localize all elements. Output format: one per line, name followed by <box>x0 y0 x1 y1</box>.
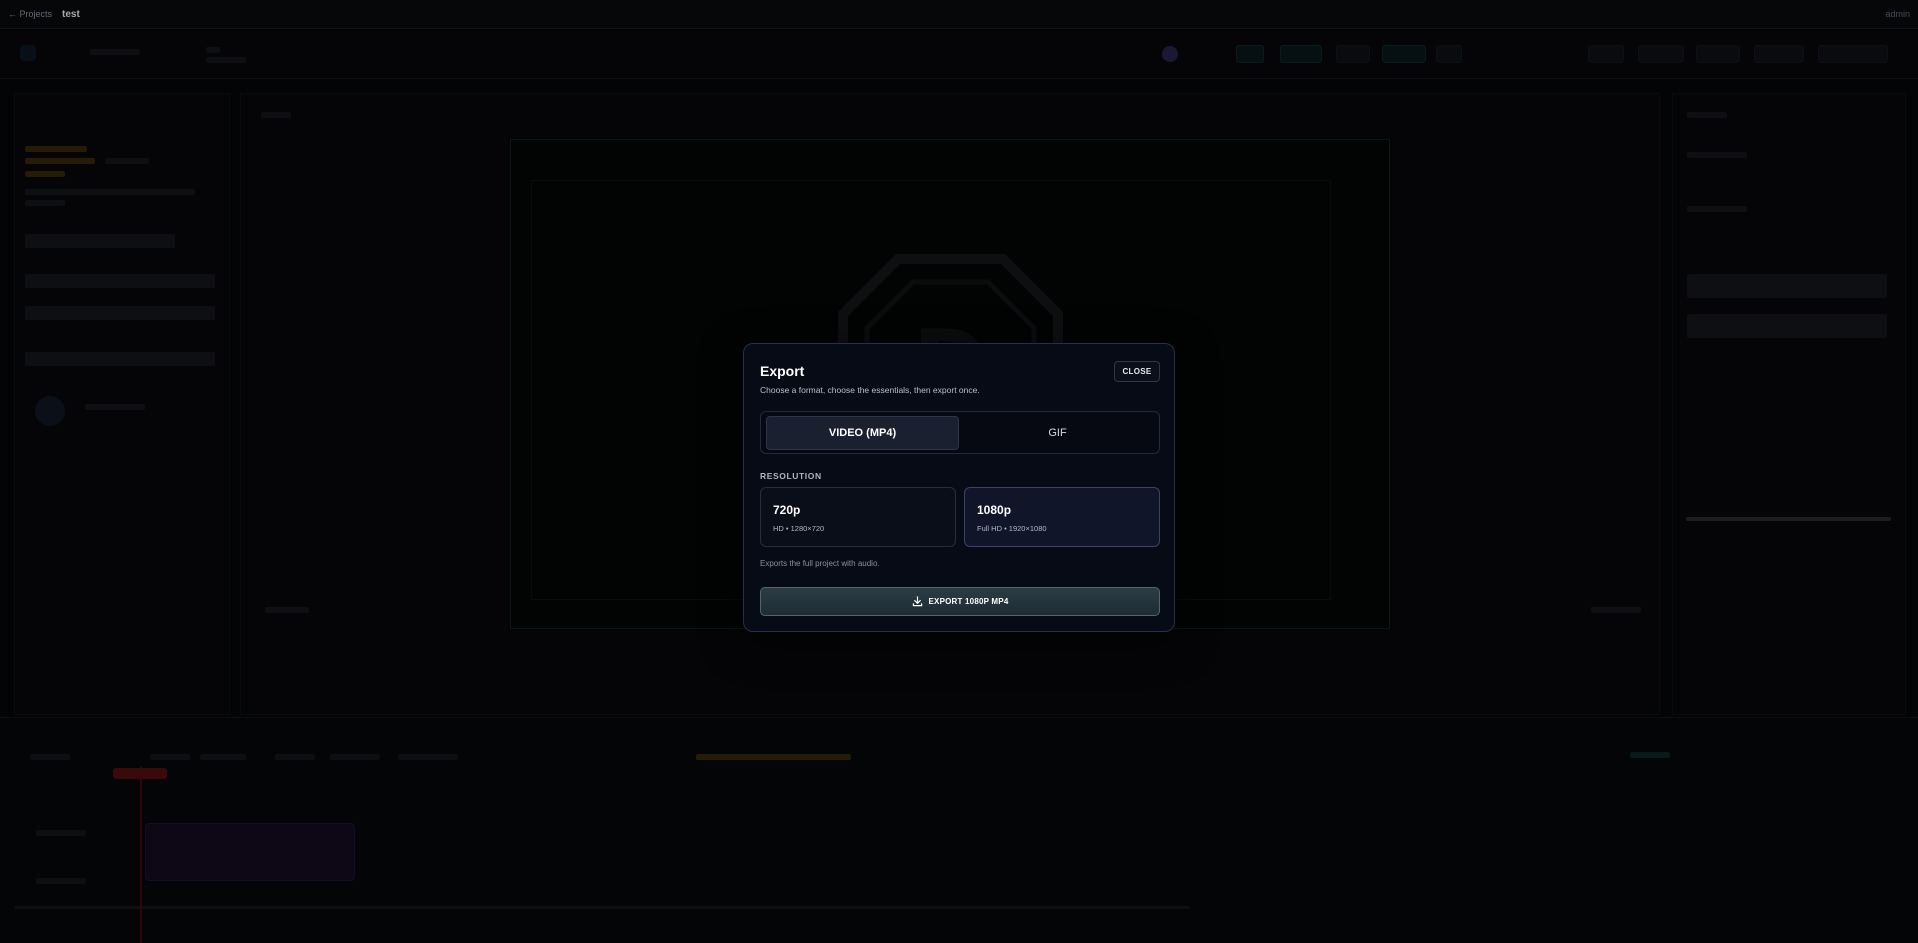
resolution-option-1080p[interactable]: 1080p Full HD • 1920×1080 <box>964 487 1160 547</box>
resolution-name: 720p <box>773 503 801 517</box>
resolution-heading: RESOLUTION <box>760 471 822 481</box>
close-button[interactable]: CLOSE <box>1114 361 1160 382</box>
export-button-label: EXPORT 1080P MP4 <box>928 597 1009 606</box>
dialog-subtitle: Choose a format, choose the essentials, … <box>760 385 980 395</box>
resolution-description: HD • 1280×720 <box>773 524 825 533</box>
export-button[interactable]: EXPORT 1080P MP4 <box>760 587 1160 616</box>
format-tabs: VIDEO (MP4) GIF <box>760 411 1160 454</box>
tab-gif[interactable]: GIF <box>961 416 1154 450</box>
export-dialog: Export Choose a format, choose the essen… <box>743 343 1175 632</box>
resolution-option-720p[interactable]: 720p HD • 1280×720 <box>760 487 956 547</box>
export-note: Exports the full project with audio. <box>760 559 880 568</box>
resolution-description: Full HD • 1920×1080 <box>977 524 1047 533</box>
dialog-title: Export <box>760 363 805 379</box>
download-icon <box>912 596 922 607</box>
tab-video-mp4[interactable]: VIDEO (MP4) <box>766 416 959 450</box>
resolution-name: 1080p <box>977 503 1012 517</box>
